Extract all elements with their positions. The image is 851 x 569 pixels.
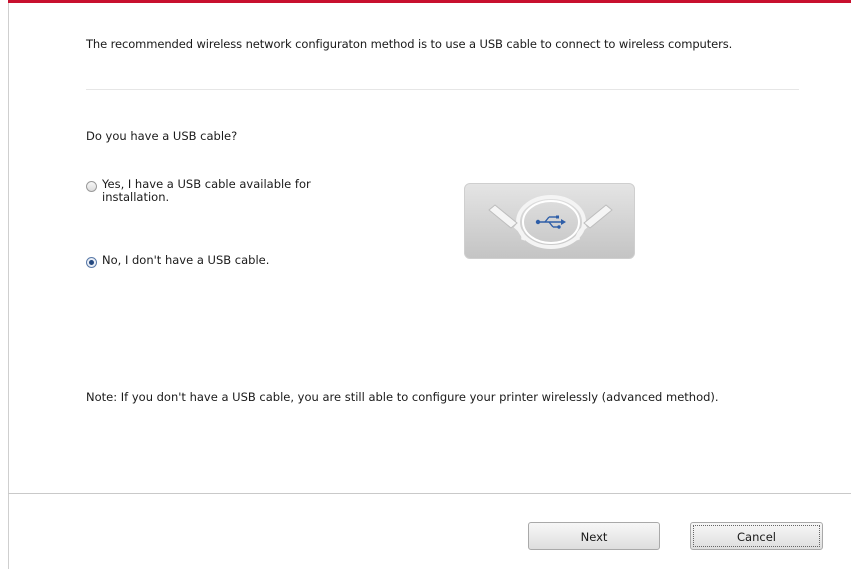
radio-button-yes[interactable] (86, 181, 97, 192)
usb-question-label: Do you have a USB cable? (86, 129, 238, 143)
usb-cable-icon (488, 195, 613, 249)
radio-option-yes-usb[interactable]: Yes, I have a USB cable available for in… (86, 178, 342, 204)
cancel-button-label: Cancel (737, 530, 776, 544)
intro-text: The recommended wireless network configu… (86, 37, 733, 51)
note-text: Note: If you don't have a USB cable, you… (86, 390, 719, 404)
cancel-button[interactable]: Cancel (690, 522, 823, 550)
next-button[interactable]: Next (528, 522, 660, 550)
separator (86, 89, 799, 90)
window-top-accent-bar (8, 0, 851, 3)
radio-option-yes-label: Yes, I have a USB cable available for in… (102, 177, 311, 204)
radio-option-no-usb[interactable]: No, I don't have a USB cable. (86, 254, 342, 268)
window-left-border (8, 3, 9, 569)
usb-cable-illustration (464, 183, 635, 259)
radio-button-no[interactable] (86, 257, 97, 268)
radio-option-no-label: No, I don't have a USB cable. (102, 253, 270, 267)
footer-separator (8, 493, 851, 494)
